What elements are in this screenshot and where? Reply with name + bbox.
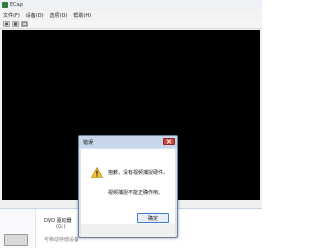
app-icon xyxy=(2,2,8,8)
capture-icon xyxy=(5,22,8,26)
dialog-close-button[interactable] xyxy=(163,138,175,145)
warning-icon xyxy=(91,167,103,178)
removable-storage-label: 可移动存储设备 xyxy=(44,237,80,243)
dialog-message-line2: 视频捕捉不能正确作用。 xyxy=(108,190,164,196)
menu-bar: 文件(F) 设备(D) 选项(O) 帮助(H) xyxy=(0,11,262,19)
photo-button[interactable] xyxy=(21,21,28,27)
close-icon xyxy=(166,139,172,144)
dialog-title-bar: 错误 xyxy=(79,136,177,148)
app-window: ECap 文件(F) 设备(D) 选项(O) 帮助(H) DVD 驱动器 (G:… xyxy=(0,0,262,248)
explorer-nav-pane xyxy=(0,209,36,248)
photo-icon xyxy=(22,22,27,26)
app-title: ECap xyxy=(10,2,23,8)
stop-button[interactable] xyxy=(12,21,19,27)
ok-button[interactable]: 确定 xyxy=(137,213,169,223)
toolbar xyxy=(0,20,262,29)
dialog-footer xyxy=(81,224,175,237)
menu-device[interactable]: 设备(D) xyxy=(26,12,44,19)
dvd-drive-letter: (G:) xyxy=(56,224,66,230)
dialog-title: 错误 xyxy=(83,139,94,146)
dvd-drive-icon xyxy=(4,234,28,246)
stop-icon xyxy=(14,22,17,26)
menu-help[interactable]: 帮助(H) xyxy=(73,12,91,19)
title-bar: ECap xyxy=(0,0,262,10)
menu-options[interactable]: 选项(O) xyxy=(50,12,68,19)
dialog-message-line1: 抱歉，没有视频捕捉硬件。 xyxy=(108,170,169,176)
menu-file[interactable]: 文件(F) xyxy=(3,12,20,19)
capture-button[interactable] xyxy=(3,21,10,27)
error-dialog: 错误 抱歉，没有视频捕捉硬件。 视频捕捉不能正确作用。 确定 xyxy=(78,135,178,238)
